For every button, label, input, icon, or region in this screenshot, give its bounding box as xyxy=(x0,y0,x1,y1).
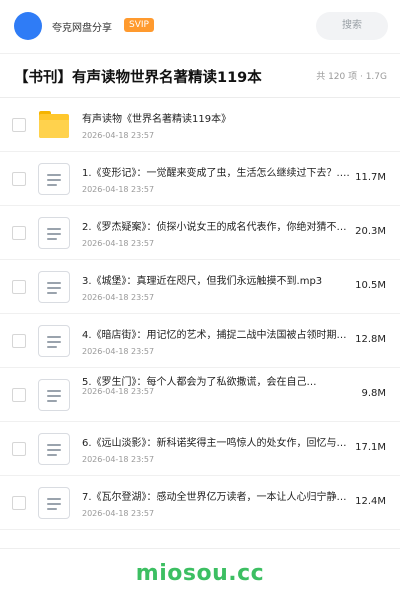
item-size: 10.5M xyxy=(355,280,386,291)
vip-badge: SVIP xyxy=(124,18,154,32)
item-name: 4.《暗店街》：用记忆的艺术，捕捉二战中法国被占领时期的人间百态.mp3 xyxy=(82,330,356,341)
item-name: 有声读物《世界名著精读119本》 xyxy=(82,114,232,125)
item-checkbox[interactable] xyxy=(12,334,26,348)
item-date: 2026-04-18 23:57 xyxy=(82,455,155,464)
item-date: 2026-04-18 23:57 xyxy=(82,347,155,356)
search-button[interactable]: 搜索 xyxy=(316,12,388,40)
item-size: 11.7M xyxy=(355,172,386,183)
item-checkbox[interactable] xyxy=(12,118,26,132)
item-date: 2026-04-18 23:57 xyxy=(82,131,155,140)
item-checkbox[interactable] xyxy=(12,388,26,402)
item-checkbox[interactable] xyxy=(12,442,26,456)
folder-icon xyxy=(38,109,70,141)
top-bar: 夸克网盘分享 SVIP 搜索 xyxy=(0,0,400,54)
item-checkbox[interactable] xyxy=(12,496,26,510)
item-name: 1.《变形记》：一觉醒来变成了虫，生活怎么继续过下去？.mp3 xyxy=(82,168,356,179)
item-date: 2026-04-18 23:57 xyxy=(82,509,155,518)
file-list: 有声读物《世界名著精读119本》 2026-04-18 23:57 1.《变形记… xyxy=(0,98,400,530)
document-icon xyxy=(38,163,70,195)
item-name: 2.《罗杰疑案》：侦探小说女王的成名代表作，你绝对猜不到凶手是谁.mp3 xyxy=(82,222,356,233)
document-icon xyxy=(38,433,70,465)
item-size: 17.1M xyxy=(355,442,386,453)
document-icon xyxy=(38,325,70,357)
item-name: 3.《城堡》：真理近在咫尺，但我们永远触摸不到.mp3 xyxy=(82,276,323,287)
list-item[interactable]: 5.《罗生门》：每个人都会为了私欲撒谎，会在自己… 2026-04-18 23:… xyxy=(0,368,400,422)
item-size: 20.3M xyxy=(355,226,386,237)
item-checkbox[interactable] xyxy=(12,280,26,294)
list-item[interactable]: 1.《变形记》：一觉醒来变成了虫，生活怎么继续过下去？.mp3 2026-04-… xyxy=(0,152,400,206)
list-item[interactable]: 6.《远山淡影》：新科诺奖得主一鸣惊人的处女作，回忆与现实交织.mp3 2026… xyxy=(0,422,400,476)
item-size: 9.8M xyxy=(361,388,386,399)
item-size: 12.8M xyxy=(355,334,386,345)
item-checkbox[interactable] xyxy=(12,172,26,186)
avatar[interactable] xyxy=(14,12,42,40)
document-icon xyxy=(38,271,70,303)
document-icon xyxy=(38,379,70,411)
user-name[interactable]: 夸克网盘分享 xyxy=(52,19,112,34)
page-title: 【书刊】有声读物世界名著精读119本 xyxy=(14,70,262,86)
list-item[interactable]: 4.《暗店街》：用记忆的艺术，捕捉二战中法国被占领时期的人间百态.mp3 202… xyxy=(0,314,400,368)
document-icon xyxy=(38,217,70,249)
item-date: 2026-04-18 23:57 xyxy=(82,239,155,248)
item-name: 6.《远山淡影》：新科诺奖得主一鸣惊人的处女作，回忆与现实交织.mp3 xyxy=(82,438,356,449)
folder-meta: 共 120 项 · 1.7G xyxy=(316,72,387,82)
item-name: 7.《瓦尔登湖》：感动全世界亿万读者，一本让人心归宁静的书.mp3 xyxy=(82,492,356,503)
footer: miosou.cc xyxy=(0,548,400,600)
list-item[interactable]: 3.《城堡》：真理近在咫尺，但我们永远触摸不到.mp3 2026-04-18 2… xyxy=(0,260,400,314)
list-item[interactable]: 2.《罗杰疑案》：侦探小说女王的成名代表作，你绝对猜不到凶手是谁.mp3 202… xyxy=(0,206,400,260)
list-item[interactable]: 7.《瓦尔登湖》：感动全世界亿万读者，一本让人心归宁静的书.mp3 2026-0… xyxy=(0,476,400,530)
item-date: 2026-04-18 23:57 xyxy=(82,185,155,194)
document-icon xyxy=(38,487,70,519)
item-date: 2026-04-18 23:57 xyxy=(82,387,155,396)
item-checkbox[interactable] xyxy=(12,226,26,240)
watermark: miosou.cc xyxy=(135,561,265,586)
list-item[interactable]: 有声读物《世界名著精读119本》 2026-04-18 23:57 xyxy=(0,98,400,152)
item-date: 2026-04-18 23:57 xyxy=(82,293,155,302)
folder-header: 【书刊】有声读物世界名著精读119本 共 120 项 · 1.7G xyxy=(0,54,400,98)
item-size: 12.4M xyxy=(355,496,386,507)
